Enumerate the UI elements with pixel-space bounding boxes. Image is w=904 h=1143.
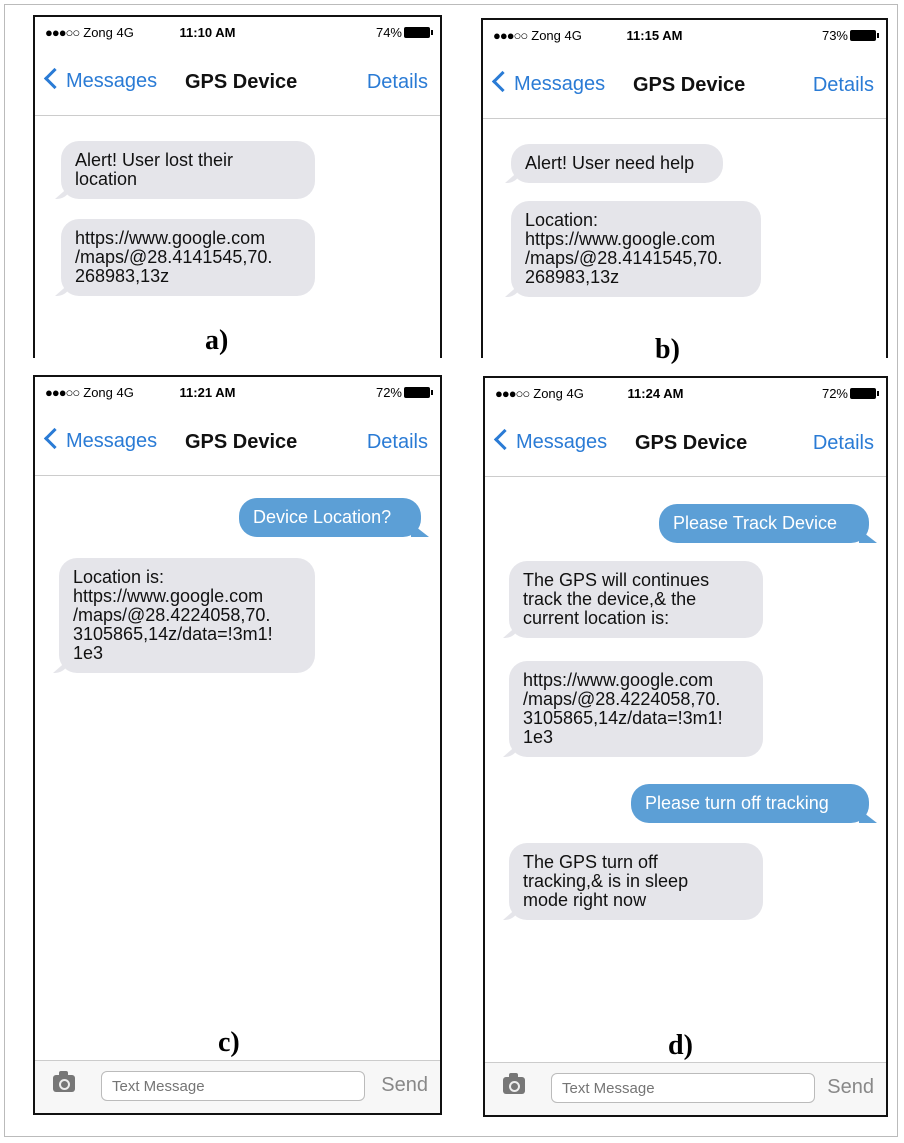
panel-label-c: c) <box>218 1027 240 1058</box>
battery-percent: 72% <box>821 386 848 401</box>
chevron-left-icon <box>43 67 66 90</box>
message-bubble-outgoing: Device Location? <box>239 498 421 537</box>
message-bubble-incoming: The GPS turn off tracking,& is in sleep … <box>509 843 763 920</box>
phone-screen-a: ●●●○○ Zong 4G 11:10 AM 74% Messages GPS D… <box>33 15 442 358</box>
message-bubble-incoming: Alert! User need help <box>511 144 723 183</box>
back-button[interactable]: Messages <box>491 70 605 96</box>
status-bar: ●●●○○ Zong 4G 11:21 AM 72% <box>35 377 440 407</box>
details-button[interactable]: Details <box>367 431 428 454</box>
battery-icon <box>404 27 433 38</box>
battery-percent: 73% <box>821 28 848 43</box>
nav-bar: Messages GPS Device Details <box>35 413 440 476</box>
message-bubble-incoming: https://www.google.com /maps/@28.4141545… <box>61 219 315 296</box>
message-bubble-incoming: Location is: https://www.google.com /map… <box>59 558 315 673</box>
nav-bar: Messages GPS Device Details <box>485 414 886 477</box>
battery-icon <box>850 388 879 399</box>
status-bar: ●●●○○ Zong 4G 11:10 AM 74% <box>35 17 440 47</box>
back-button[interactable]: Messages <box>43 427 157 453</box>
phone-screen-b: ●●●○○ Zong 4G 11:15 AM 73% Messages GPS D… <box>481 18 888 358</box>
send-button[interactable]: Send <box>827 1076 874 1099</box>
camera-icon[interactable] <box>503 1073 525 1094</box>
conversation-title: GPS Device <box>185 71 298 93</box>
panel-label-d: d) <box>668 1030 693 1061</box>
message-bubble-outgoing: Please turn off tracking <box>631 784 869 823</box>
message-bubble-outgoing: Please Track Device <box>659 504 869 543</box>
phone-screen-d: ●●●○○ Zong 4G 11:24 AM 72% Messages GPS D… <box>483 376 888 1117</box>
conversation-title: GPS Device <box>635 432 748 454</box>
chevron-left-icon <box>493 428 516 451</box>
conversation-title: GPS Device <box>633 74 746 96</box>
message-input-bar: Send <box>35 1060 440 1113</box>
nav-bar: Messages GPS Device Details <box>483 56 886 119</box>
status-bar: ●●●○○ Zong 4G 11:24 AM 72% <box>485 378 886 408</box>
message-bubble-incoming: https://www.google.com /maps/@28.4224058… <box>509 661 763 757</box>
phone-screen-c: ●●●○○ Zong 4G 11:21 AM 72% Messages GPS D… <box>33 375 442 1115</box>
details-button[interactable]: Details <box>367 71 428 94</box>
chevron-left-icon <box>43 427 66 450</box>
message-input[interactable] <box>101 1071 365 1101</box>
message-input[interactable] <box>551 1073 815 1103</box>
camera-icon[interactable] <box>53 1071 75 1092</box>
back-button[interactable]: Messages <box>43 67 157 93</box>
battery-percent: 74% <box>375 25 402 40</box>
send-button[interactable]: Send <box>381 1074 428 1097</box>
message-bubble-incoming: The GPS will continues track the device,… <box>509 561 763 638</box>
panel-label-b: b) <box>655 334 680 365</box>
battery-icon <box>404 387 433 398</box>
panel-label-a: a) <box>205 325 229 356</box>
message-bubble-incoming: Location: https://www.google.com /maps/@… <box>511 201 761 297</box>
message-input-bar: Send <box>485 1062 886 1115</box>
nav-bar: Messages GPS Device Details <box>35 53 440 116</box>
details-button[interactable]: Details <box>813 74 874 97</box>
battery-icon <box>850 30 879 41</box>
battery-percent: 72% <box>375 385 402 400</box>
status-bar: ●●●○○ Zong 4G 11:15 AM 73% <box>483 20 886 50</box>
details-button[interactable]: Details <box>813 432 874 455</box>
message-bubble-incoming: Alert! User lost their location <box>61 141 315 199</box>
chevron-left-icon <box>491 70 514 93</box>
conversation-title: GPS Device <box>185 431 298 453</box>
back-button[interactable]: Messages <box>493 428 607 454</box>
